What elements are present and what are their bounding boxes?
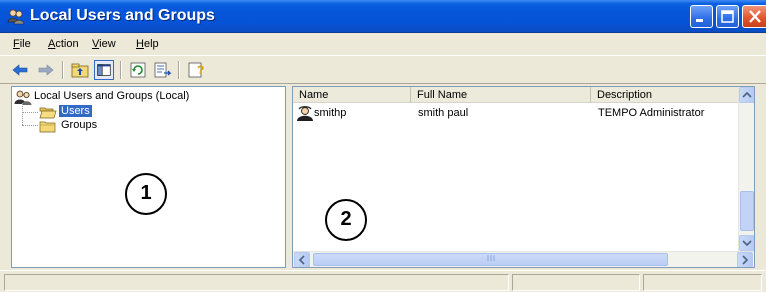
menu-action[interactable]: Action — [48, 38, 79, 50]
callout-2: 2 — [325, 199, 367, 241]
menu-file-label: ile — [19, 38, 31, 50]
toolbar-separator — [62, 61, 63, 79]
tree-connector — [22, 103, 23, 125]
list-header: Name Full Name Description — [293, 87, 754, 103]
export-list-icon[interactable] — [152, 60, 172, 80]
close-icon — [749, 10, 761, 23]
cell-full-name: smith paul — [418, 107, 469, 119]
minimize-icon — [696, 19, 703, 22]
menu-help[interactable]: Help — [136, 38, 159, 50]
column-header-full-name[interactable]: Full Name — [411, 87, 591, 103]
refresh-icon[interactable] — [128, 60, 148, 80]
menu-view[interactable]: View — [92, 38, 116, 50]
list-pane[interactable]: Name Full Name Description smithp smith … — [292, 86, 755, 268]
users-group-app-icon — [7, 9, 25, 25]
close-button[interactable] — [742, 5, 766, 28]
open-folder-icon — [39, 107, 57, 119]
list-item[interactable]: smithp smith paul TEMPO Administrator — [293, 106, 743, 122]
vertical-scroll-thumb[interactable] — [740, 191, 754, 231]
status-segment-main — [4, 274, 509, 291]
menu-bar: File Action View Help — [0, 34, 766, 55]
grip-icon — [487, 255, 494, 261]
chevron-up-icon — [742, 91, 752, 98]
callout-1: 1 — [125, 173, 167, 215]
chevron-left-icon — [298, 255, 305, 265]
column-header-description[interactable]: Description — [591, 87, 741, 103]
horizontal-scrollbar[interactable] — [293, 251, 754, 267]
up-folder-icon[interactable] — [70, 60, 90, 80]
title-bar[interactable]: Local Users and Groups — [0, 0, 766, 33]
tree-item-users-label: Users — [59, 105, 92, 117]
svg-text:?: ? — [197, 63, 204, 77]
column-header-name[interactable]: Name — [293, 87, 411, 103]
scroll-up-button[interactable] — [739, 87, 754, 103]
show-hide-tree-icon[interactable] — [94, 60, 114, 80]
tree-pane[interactable]: Local Users and Groups (Local) Users Gro… — [11, 86, 286, 268]
mmc-window: Local Users and Groups File Action View … — [0, 0, 766, 292]
status-segment — [512, 274, 640, 291]
menu-file-mnemonic: F — [13, 38, 20, 50]
scroll-down-button[interactable] — [739, 235, 754, 251]
tree-connector — [22, 125, 38, 126]
tree-root-label: Local Users and Groups (Local) — [34, 90, 190, 102]
vertical-scrollbar[interactable] — [738, 87, 754, 251]
computer-management-icon — [14, 90, 32, 105]
help-icon[interactable]: ? — [186, 60, 206, 80]
status-bar — [0, 270, 766, 292]
back-arrow-icon[interactable] — [10, 60, 30, 80]
user-icon — [297, 106, 313, 121]
tree-connector — [22, 112, 38, 113]
maximize-icon — [721, 10, 734, 23]
scroll-left-button[interactable] — [294, 252, 310, 267]
menu-help-label: elp — [143, 38, 159, 50]
toolbar-separator — [178, 61, 179, 79]
toolbar: ? — [0, 55, 766, 84]
horizontal-scroll-thumb[interactable] — [313, 253, 668, 266]
menu-action-label: ction — [55, 38, 79, 50]
menu-help-mnemonic: H — [136, 38, 144, 50]
tree-item-groups-label: Groups — [61, 119, 98, 131]
cell-name: smithp — [314, 107, 347, 119]
window-title: Local Users and Groups — [30, 7, 215, 24]
menu-file[interactable]: File — [13, 38, 31, 50]
scroll-right-button[interactable] — [737, 252, 753, 267]
minimize-button[interactable] — [690, 5, 713, 28]
menu-view-label: iew — [99, 38, 116, 50]
forward-arrow-icon[interactable] — [36, 60, 56, 80]
chevron-down-icon — [742, 240, 752, 247]
cell-description: TEMPO Administrator — [598, 107, 705, 119]
folder-icon — [39, 121, 56, 133]
maximize-button[interactable] — [716, 5, 739, 28]
status-segment — [643, 274, 762, 291]
toolbar-separator — [120, 61, 121, 79]
chevron-right-icon — [742, 255, 749, 265]
